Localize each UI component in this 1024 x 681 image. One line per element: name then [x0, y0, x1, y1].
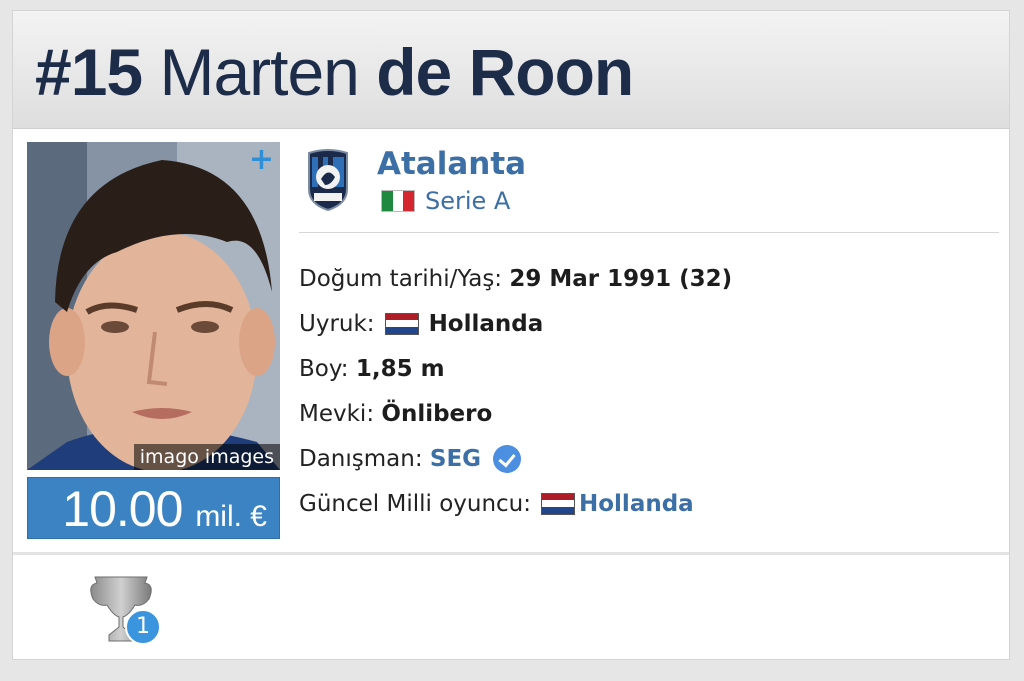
verified-check-icon	[493, 444, 522, 473]
national-team-row: Güncel Milli oyuncu: Hollanda	[299, 481, 999, 526]
agent-link[interactable]: SEG	[430, 446, 481, 472]
player-first-name: Marten	[159, 35, 359, 109]
player-profile-card: #15 Marten de Roon + imago images 10.00	[12, 10, 1010, 660]
league-name-link[interactable]: Serie A	[425, 187, 510, 215]
league-row[interactable]: Serie A	[381, 185, 510, 217]
position-row: Mevki: Önlibero	[299, 391, 999, 436]
netherlands-flag-icon	[384, 312, 419, 335]
birth-date-label: Doğum tarihi/Yaş:	[299, 265, 503, 292]
player-details: Doğum tarihi/Yaş: 29 Mar 1991 (32) Uyruk…	[299, 256, 999, 526]
position-value: Önlibero	[381, 400, 493, 427]
divider	[299, 232, 999, 233]
market-value[interactable]: 10.00 mil. €	[27, 477, 280, 539]
netherlands-flag-icon	[541, 492, 575, 515]
market-value-unit: mil. €	[195, 500, 267, 533]
nationality-row: Uyruk: Hollanda	[299, 301, 999, 346]
photo-credit: imago images	[133, 444, 280, 470]
player-photo[interactable]: + imago images	[27, 142, 280, 470]
player-portrait-image	[27, 142, 280, 470]
player-last-name: de Roon	[376, 35, 634, 109]
birth-date-value: 29 Mar 1991 (32)	[509, 265, 733, 292]
profile-header: #15 Marten de Roon	[13, 11, 1009, 129]
height-label: Boy:	[299, 355, 349, 382]
player-title: #15 Marten de Roon	[35, 35, 634, 109]
section-divider	[13, 552, 1009, 555]
agent-row: Danışman: SEG	[299, 436, 999, 481]
trophy-count-badge: 1	[125, 609, 161, 645]
agent-label: Danışman:	[299, 445, 423, 472]
italy-flag-icon	[381, 190, 415, 212]
shirt-number: #15	[35, 35, 143, 109]
national-team-label: Güncel Milli oyuncu:	[299, 490, 531, 517]
atalanta-crest-icon[interactable]	[307, 149, 349, 212]
height-value: 1,85 m	[355, 355, 445, 382]
position-label: Mevki:	[299, 400, 375, 427]
club-name-link[interactable]: Atalanta	[377, 144, 526, 184]
plus-icon[interactable]: +	[249, 144, 274, 176]
nationality-value: Hollanda	[428, 310, 544, 337]
national-team-link[interactable]: Hollanda	[579, 491, 694, 517]
nationality-label: Uyruk:	[299, 310, 375, 337]
height-row: Boy: 1,85 m	[299, 346, 999, 391]
birth-date-row: Doğum tarihi/Yaş: 29 Mar 1991 (32)	[299, 256, 999, 301]
market-value-amount: 10.00	[62, 481, 183, 537]
